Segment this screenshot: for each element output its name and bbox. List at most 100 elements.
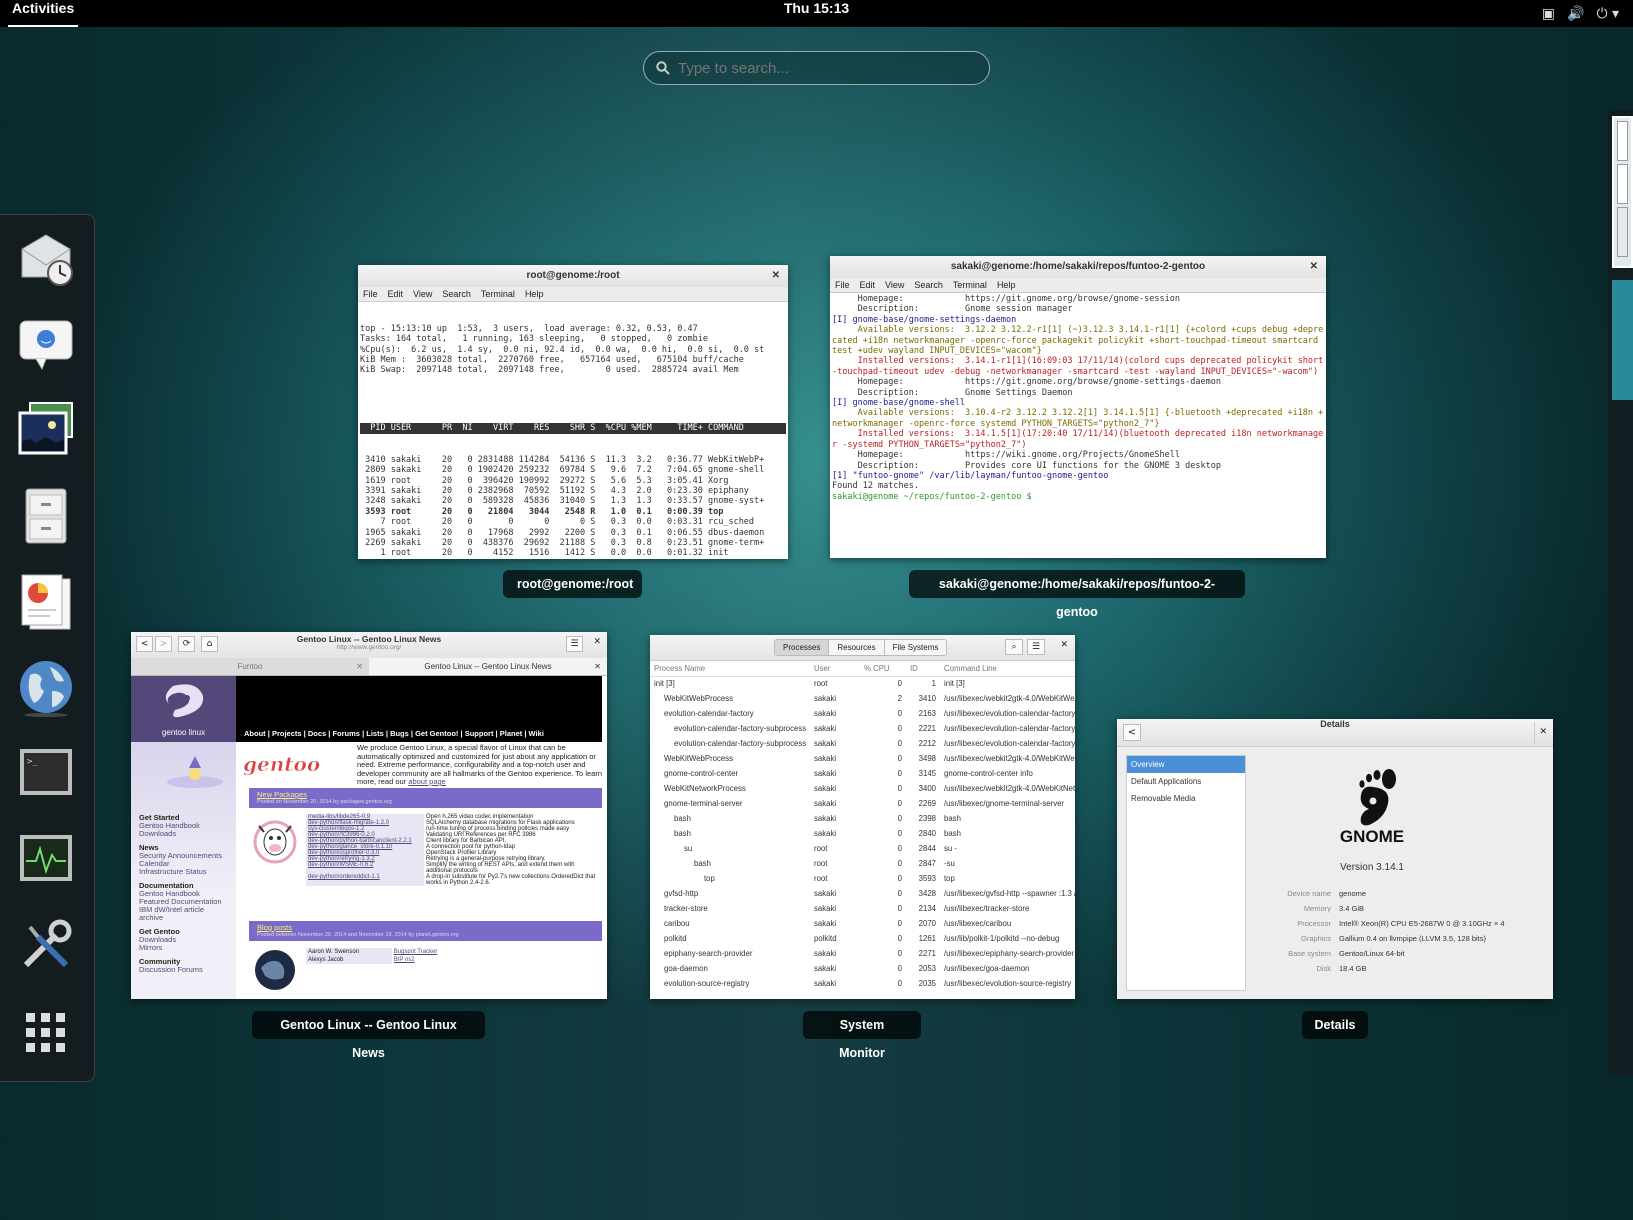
process-row[interactable]: bash sakaki 0 2398 bash [650,811,1075,826]
tab-funtoo[interactable]: Funtoo ✕ [131,658,369,675]
process-row[interactable]: bash sakaki 0 2840 bash [650,826,1075,841]
menu-terminal[interactable]: Terminal [953,278,987,292]
close-icon[interactable]: ✕ [1539,727,1547,737]
process-row[interactable]: gnome-control-center sakaki 0 3145 gnome-con… [650,766,1075,781]
eix-terminal-window[interactable]: sakaki@genome:/home/sakaki/repos/funtoo-… [830,256,1326,558]
nav-link[interactable]: Wiki [529,729,544,738]
shotwell-photos-icon[interactable] [14,397,78,461]
process-row[interactable]: evolution-source-registry sakaki 0 2035/usr… [650,976,1075,991]
nav-link[interactable]: Forums [332,729,360,738]
tab-resources[interactable]: Resources [828,640,884,655]
sidebar-link[interactable]: Downloads [139,830,228,838]
nav-link[interactable]: Projects [272,729,302,738]
close-icon[interactable]: ✕ [1310,256,1318,278]
clock[interactable]: Thu 15:13 [0,0,1633,16]
menu-search[interactable]: Search [442,287,471,301]
nav-link[interactable]: Support [465,729,494,738]
window-caption-eix[interactable]: sakaki@genome:/home/sakaki/repos/funtoo-… [909,570,1245,619]
sidebar-link[interactable]: Mirrors [139,944,228,952]
process-row[interactable]: WebKitNetworkProcess sakaki 0 3400/usr/libe… [650,781,1075,796]
window-caption-browser[interactable]: Gentoo Linux -- Gentoo Linux News [252,1011,485,1060]
sidebar-item-default-applications[interactable]: Default Applications [1127,773,1245,790]
nav-link[interactable]: Bugs [390,729,409,738]
col-process-name[interactable]: Process Name [650,661,810,676]
package-name[interactable]: dev-python/ordereddict-1.1 [306,874,424,886]
tab-gentoo-news[interactable]: Gentoo Linux -- Gentoo Linux News ✕ [369,658,607,675]
workspace-switcher[interactable] [1608,110,1633,1075]
process-row[interactable]: epiphany-search-provider sakaki 0 2271/usr/… [650,946,1075,961]
close-icon[interactable]: ✕ [593,637,601,647]
process-row[interactable]: caribou sakaki 0 2070/usr/libexec/caribou [650,916,1075,931]
nav-link[interactable]: Lists [366,729,384,738]
process-row[interactable]: polkitd polkitd 0 1261/usr/lib/polkit-1/pol… [650,931,1075,946]
menu-file[interactable]: File [363,287,378,301]
menu-icon[interactable]: ☰ [1027,639,1045,655]
process-row[interactable]: tracker-store sakaki 0 2134/usr/libexec/tra… [650,901,1075,916]
search-icon[interactable]: ⌕ [1005,639,1023,655]
blog-title[interactable]: BIP ns2 [392,956,466,964]
process-row[interactable]: top root 0 3593 top [650,871,1075,886]
col-command-line[interactable]: Command Line [940,661,1075,676]
window-caption-sysmon[interactable]: System Monitor [803,1011,921,1060]
window-caption-details[interactable]: Details [1302,1011,1368,1039]
volume-icon[interactable]: 🔊 [1567,6,1584,22]
menu-help[interactable]: Help [997,278,1016,292]
process-row[interactable]: bash root 0 2847 -su [650,856,1075,871]
window-icon[interactable]: ▣ [1542,6,1555,22]
about-link[interactable]: about page [408,777,446,786]
sidebar-link[interactable]: IBM dW/Intel article archive [139,906,228,922]
process-row[interactable]: WebKitWebProcess sakaki 0 3498/usr/libexec/… [650,751,1075,766]
top-terminal-window[interactable]: root@genome:/root ✕ File Edit View Search Ter… [358,265,788,559]
tab-processes[interactable]: Processes [775,640,829,655]
window-caption-top[interactable]: root@genome:/root [503,570,642,598]
terminal-output[interactable]: Homepage: https://git.gnome.org/browse/g… [830,293,1326,558]
search-input[interactable] [678,59,968,77]
browser-window[interactable]: < > ⟳ ⌂ Gentoo Linux -- Gentoo Linux New… [131,632,607,999]
files-cabinet-icon[interactable] [14,483,78,547]
sidebar-link[interactable]: Discussion Forums [139,966,228,974]
blog-posts-heading[interactable]: Blog posts [249,921,602,932]
menu-view[interactable]: View [885,278,904,292]
nav-link[interactable]: Planet [500,729,523,738]
system-monitor-window[interactable]: Processes Resources File Systems ⌕ ☰ ✕ P… [650,635,1075,999]
document-viewer-icon[interactable] [14,569,78,633]
system-tray[interactable]: ▣ 🔊 ⏻ ▾ [1542,0,1619,27]
menu-file[interactable]: File [835,278,850,292]
menu-view[interactable]: View [413,287,432,301]
col-user[interactable]: User [810,661,860,676]
empathy-chat-icon[interactable] [14,311,78,375]
evolution-mail-icon[interactable] [14,225,78,289]
system-monitor-icon[interactable] [14,827,78,891]
process-row[interactable]: su root 0 2844 su - [650,841,1075,856]
process-row[interactable]: init [3] root 0 1 init [3] [650,676,1075,691]
sidebar-item-removable-media[interactable]: Removable Media [1127,790,1245,807]
menu-terminal[interactable]: Terminal [481,287,515,301]
package-name[interactable]: dev-python/WSME-0.6.2 [306,862,424,874]
sidebar-link[interactable]: Infrastructure Status [139,868,228,876]
menu-help[interactable]: Help [525,287,544,301]
process-row[interactable]: evolution-calendar-factory sakaki 0 2163/us… [650,706,1075,721]
web-content[interactable]: gentoo linux About | Projects | Docs | F… [131,676,607,999]
terminal-output[interactable]: top - 15:13:10 up 1:53, 3 users, load av… [358,302,788,559]
sidebar-item-overview[interactable]: Overview [1127,756,1245,773]
show-applications-icon[interactable] [14,1001,78,1065]
tab-file-systems[interactable]: File Systems [883,640,947,655]
new-packages-heading[interactable]: New Packages [249,788,602,799]
search-box[interactable] [643,51,990,85]
process-row[interactable]: evolution-calendar-factory-subprocess sak… [650,721,1075,736]
web-browser-icon[interactable] [14,655,78,719]
process-row[interactable]: gvfsd-http sakaki 0 3428/usr/libexec/gvfsd-… [650,886,1075,901]
power-icon[interactable]: ⏻ ▾ [1596,6,1619,22]
nav-link[interactable]: Get Gentoo! [415,729,458,738]
blog-title[interactable]: Bugspot Tracker [392,948,466,956]
details-window[interactable]: < Details ✕ Overview Default Application… [1117,719,1553,999]
col-cpu[interactable]: % CPU [860,661,906,676]
col-id[interactable]: ID [906,661,940,676]
settings-tools-icon[interactable] [14,913,78,977]
process-row[interactable]: gnome-terminal-server sakaki 0 2269/usr/lib… [650,796,1075,811]
menu-search[interactable]: Search [914,278,943,292]
workspace-thumbnail[interactable] [1612,116,1633,268]
page-url[interactable]: http://www.gentoo.org/ [131,644,607,651]
close-icon[interactable]: ✕ [1060,640,1068,650]
menu-icon[interactable]: ☰ [566,636,583,652]
